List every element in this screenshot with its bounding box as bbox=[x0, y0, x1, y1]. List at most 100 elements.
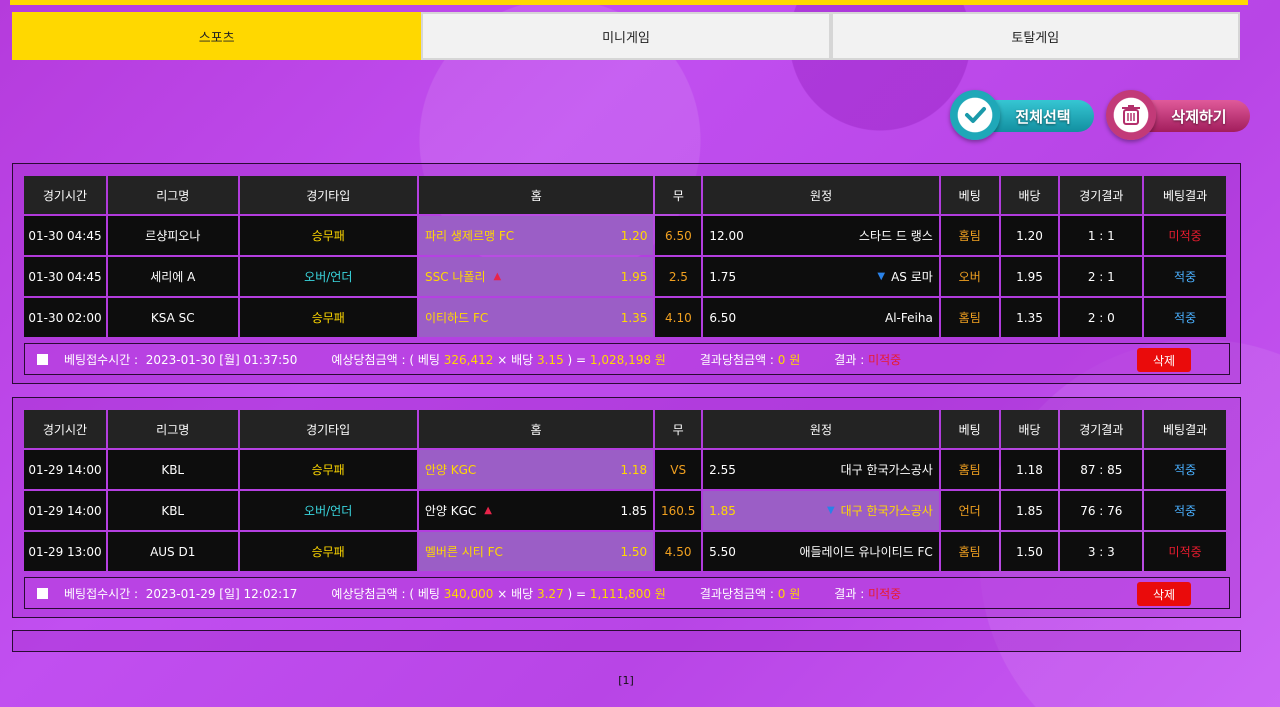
home-team-odds: 1.20 bbox=[620, 228, 648, 243]
cell-bet: 언더 bbox=[940, 491, 999, 530]
cell-draw: 160.5 bbox=[655, 491, 702, 530]
header-draw: 무 bbox=[655, 176, 702, 214]
bet-amount: 326,412 bbox=[443, 352, 494, 367]
expected-value: 1,028,198 원 bbox=[589, 352, 666, 367]
bet-table-2: 경기시간 리그명 경기타입 홈 무 원정 베팅 배당 경기결과 베팅결과 01-… bbox=[22, 408, 1228, 573]
tab-totalgame[interactable]: 토탈게임 bbox=[830, 12, 1240, 60]
table-row: 01-30 04:45 세리에 A 오버/언더 SSC 나폴리 ▲ 1.95 2.5… bbox=[24, 257, 1226, 296]
page-link[interactable]: [1] bbox=[618, 674, 634, 687]
result-amount: 0 원 bbox=[777, 352, 801, 367]
delete-bet-button[interactable]: 삭제 bbox=[1137, 582, 1191, 606]
cell-score: 76 : 76 bbox=[1060, 491, 1143, 530]
equals-label: ) = bbox=[567, 352, 587, 367]
cell-odds: 1.95 bbox=[1000, 257, 1059, 296]
away-team-odds: 2.55 bbox=[709, 462, 736, 477]
cell-result: 적중 bbox=[1144, 491, 1226, 530]
top-accent-bar bbox=[10, 0, 1248, 5]
bet-slip-1: 경기시간 리그명 경기타입 홈 무 원정 베팅 배당 경기결과 베팅결과 01-… bbox=[12, 163, 1241, 384]
header-time: 경기시간 bbox=[24, 176, 106, 214]
away-team-name: Al-Feiha bbox=[885, 310, 933, 325]
cell-league: KBL bbox=[107, 491, 238, 530]
header-bet: 베팅 bbox=[940, 410, 999, 448]
category-tabs: 스포츠 미니게임 토탈게임 bbox=[12, 12, 1240, 60]
bet-time-value: 2023-01-30 [월] 01:37:50 bbox=[145, 352, 298, 367]
cell-home: 안양 KGC 1.18 bbox=[418, 450, 654, 489]
arrow-up-icon: ▲ bbox=[484, 505, 492, 516]
equals-label: ) = bbox=[567, 586, 587, 601]
cell-draw: 2.5 bbox=[655, 257, 702, 296]
cell-bet: 오버 bbox=[940, 257, 999, 296]
away-team-name: AS 로마 bbox=[891, 270, 933, 284]
home-team-name: 안양 KGC bbox=[424, 463, 477, 477]
table-row: 01-30 04:45 르샹피오나 승무패 파리 생제르맹 FC 1.20 6.5… bbox=[24, 216, 1226, 255]
tab-sports[interactable]: 스포츠 bbox=[12, 12, 422, 60]
cell-home: 안양 KGC ▲ 1.85 bbox=[418, 491, 654, 530]
bet-amount: 340,000 bbox=[443, 586, 494, 601]
arrow-up-icon: ▲ bbox=[493, 271, 502, 282]
cell-away: 1.75 ▼ AS 로마 bbox=[703, 257, 939, 296]
bet-info-bar: 베팅접수시간 : 2023-01-30 [월] 01:37:50 예상당첨금액 … bbox=[24, 343, 1230, 375]
select-all-button[interactable]: 전체선택 bbox=[950, 90, 1096, 142]
pagination: [1] bbox=[0, 674, 1252, 687]
expected-label: 예상당첨금액 : ( 베팅 bbox=[331, 352, 440, 367]
cell-league: 르샹피오나 bbox=[107, 216, 238, 255]
cell-type: 승무패 bbox=[239, 298, 417, 337]
table-header: 경기시간 리그명 경기타입 홈 무 원정 베팅 배당 경기결과 베팅결과 bbox=[24, 410, 1226, 448]
delete-all-button[interactable]: 삭제하기 bbox=[1106, 90, 1252, 142]
cell-type: 오버/언더 bbox=[239, 257, 417, 296]
result-value: 미적중 bbox=[868, 586, 902, 601]
home-team-odds: 1.95 bbox=[620, 269, 648, 284]
cell-time: 01-29 13:00 bbox=[24, 532, 106, 571]
away-team-name: 대구 한국가스공사 bbox=[840, 504, 933, 518]
arrow-down-icon: ▼ bbox=[826, 505, 835, 516]
away-team-odds: 6.50 bbox=[709, 310, 737, 325]
cell-type: 오버/언더 bbox=[239, 491, 417, 530]
home-team-odds: 1.85 bbox=[620, 503, 648, 518]
table-header: 경기시간 리그명 경기타입 홈 무 원정 베팅 배당 경기결과 베팅결과 bbox=[24, 176, 1226, 214]
cell-odds: 1.50 bbox=[1000, 532, 1059, 571]
cell-result: 미적중 bbox=[1144, 216, 1226, 255]
result-amount-label: 결과당첨금액 : bbox=[699, 586, 774, 601]
delete-bet-button[interactable]: 삭제 bbox=[1137, 348, 1191, 372]
away-team-name: 스타드 드 랭스 bbox=[858, 229, 933, 243]
cell-odds: 1.20 bbox=[1000, 216, 1059, 255]
cell-result: 적중 bbox=[1144, 450, 1226, 489]
cell-away: 6.50 Al-Feiha bbox=[703, 298, 939, 337]
cell-result: 적중 bbox=[1144, 298, 1226, 337]
cell-league: 세리에 A bbox=[107, 257, 238, 296]
checkmark-icon bbox=[950, 90, 1000, 140]
bet-info-bar: 베팅접수시간 : 2023-01-29 [일] 12:02:17 예상당첨금액 … bbox=[24, 577, 1230, 609]
bet-time-value: 2023-01-29 [일] 12:02:17 bbox=[145, 586, 298, 601]
cell-home: 멜버른 시티 FC 1.50 bbox=[418, 532, 654, 571]
home-team-odds: 1.50 bbox=[620, 544, 648, 559]
header-home: 홈 bbox=[418, 176, 654, 214]
header-draw: 무 bbox=[655, 410, 702, 448]
result-amount-label: 결과당첨금액 : bbox=[699, 352, 774, 367]
cell-away: 12.00 스타드 드 랭스 bbox=[703, 216, 939, 255]
tab-minigame[interactable]: 미니게임 bbox=[421, 12, 831, 60]
home-team-name: 멜버른 시티 FC bbox=[424, 545, 503, 559]
cell-score: 2 : 1 bbox=[1060, 257, 1143, 296]
home-team-name: 안양 KGC bbox=[424, 504, 477, 518]
select-checkbox[interactable] bbox=[37, 353, 48, 365]
cell-odds: 1.35 bbox=[1000, 298, 1059, 337]
cell-home: SSC 나폴리 ▲ 1.95 bbox=[418, 257, 654, 296]
away-team-odds: 1.75 bbox=[709, 269, 737, 284]
away-team-name: 애들레이드 유나이티드 FC bbox=[799, 545, 933, 559]
header-time: 경기시간 bbox=[24, 410, 106, 448]
cell-time: 01-30 02:00 bbox=[24, 298, 106, 337]
select-checkbox[interactable] bbox=[37, 587, 48, 599]
header-away: 원정 bbox=[703, 410, 939, 448]
header-score: 경기결과 bbox=[1060, 176, 1143, 214]
away-team-odds: 12.00 bbox=[709, 228, 744, 243]
trash-icon bbox=[1106, 90, 1156, 140]
result-label: 결과 : bbox=[834, 352, 865, 367]
cell-result: 적중 bbox=[1144, 257, 1226, 296]
header-away: 원정 bbox=[703, 176, 939, 214]
times-label: × 배당 bbox=[497, 586, 534, 601]
home-team-name: SSC 나폴리 bbox=[424, 270, 486, 284]
table-row: 01-29 14:00 KBL 오버/언더 안양 KGC ▲ 1.85 160.5 … bbox=[24, 491, 1226, 530]
bet-table-1: 경기시간 리그명 경기타입 홈 무 원정 베팅 배당 경기결과 베팅결과 01-… bbox=[22, 174, 1228, 339]
header-result: 베팅결과 bbox=[1144, 410, 1226, 448]
header-odds: 배당 bbox=[1000, 176, 1059, 214]
